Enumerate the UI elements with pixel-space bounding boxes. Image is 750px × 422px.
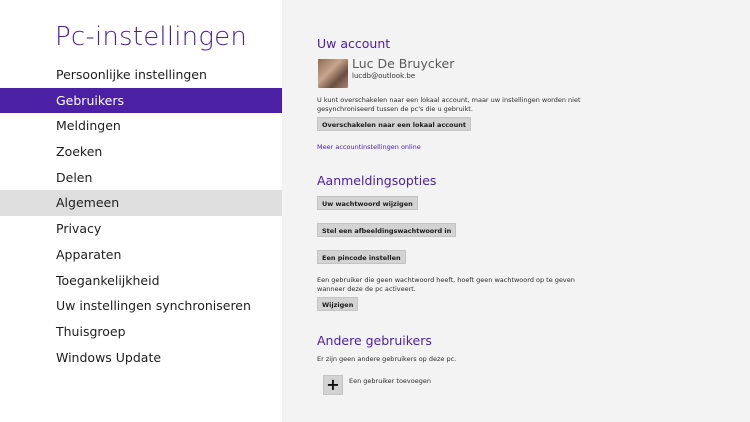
- nav-item-privacy[interactable]: Privacy: [0, 216, 282, 242]
- nav-item-windows-update[interactable]: Windows Update: [0, 345, 282, 371]
- nav-item-apparaten[interactable]: Apparaten: [0, 242, 282, 268]
- nav-item-toegankelijkheid[interactable]: Toegankelijkheid: [0, 268, 282, 294]
- nav-item-persoonlijke-instellingen[interactable]: Persoonlijke instellingen: [0, 62, 282, 88]
- section-title-signin: Aanmeldingsopties: [317, 173, 437, 188]
- nav-item-synchroniseren[interactable]: Uw instellingen synchroniseren: [0, 293, 282, 319]
- user-email: lucdb@outlook.be: [352, 72, 416, 80]
- navigation-pane: Pc-instellingen Persoonlijke instellinge…: [0, 0, 282, 422]
- add-user-button[interactable]: +: [323, 375, 343, 395]
- plus-icon: +: [326, 375, 340, 394]
- pin-button[interactable]: Een pincode instellen: [317, 250, 406, 264]
- nav-item-gebruikers[interactable]: Gebruikers: [0, 87, 282, 114]
- nav-item-thuisgroep[interactable]: Thuisgroep: [0, 319, 282, 345]
- nav-item-algemeen[interactable]: Algemeen: [0, 190, 282, 217]
- change-password-button[interactable]: Uw wachtwoord wijzigen: [317, 196, 418, 210]
- more-account-settings-link[interactable]: Meer accountinstellingen online: [317, 143, 421, 151]
- nav-list: Persoonlijke instellingen Gebruikers Meldi…: [0, 62, 282, 370]
- section-title-account: Uw account: [317, 36, 391, 51]
- picture-password-button[interactable]: Stel een afbeeldingswachtwoord in: [317, 223, 457, 237]
- nav-item-delen[interactable]: Delen: [0, 165, 282, 191]
- add-user-label[interactable]: Een gebruiker toevoegen: [349, 377, 431, 385]
- content-pane: Uw account Luc De Bruycker lucdb@outlook…: [282, 0, 750, 422]
- user-name: Luc De Bruycker: [352, 56, 455, 71]
- signin-description: Een gebruiker die geen wachtwoord heeft,…: [317, 276, 575, 294]
- change-button[interactable]: Wijzigen: [317, 297, 359, 311]
- nav-item-meldingen[interactable]: Meldingen: [0, 113, 282, 139]
- avatar: [318, 59, 348, 88]
- switch-local-account-button[interactable]: Overschakelen naar een lokaal account: [317, 117, 471, 131]
- page-title: Pc-instellingen: [55, 22, 248, 52]
- section-title-other-users: Andere gebruikers: [317, 333, 432, 348]
- nav-item-zoeken[interactable]: Zoeken: [0, 139, 282, 165]
- other-users-description: Er zijn geen andere gebruikers op deze p…: [317, 355, 457, 363]
- account-description: U kunt overschakelen naar een lokaal acc…: [317, 96, 581, 114]
